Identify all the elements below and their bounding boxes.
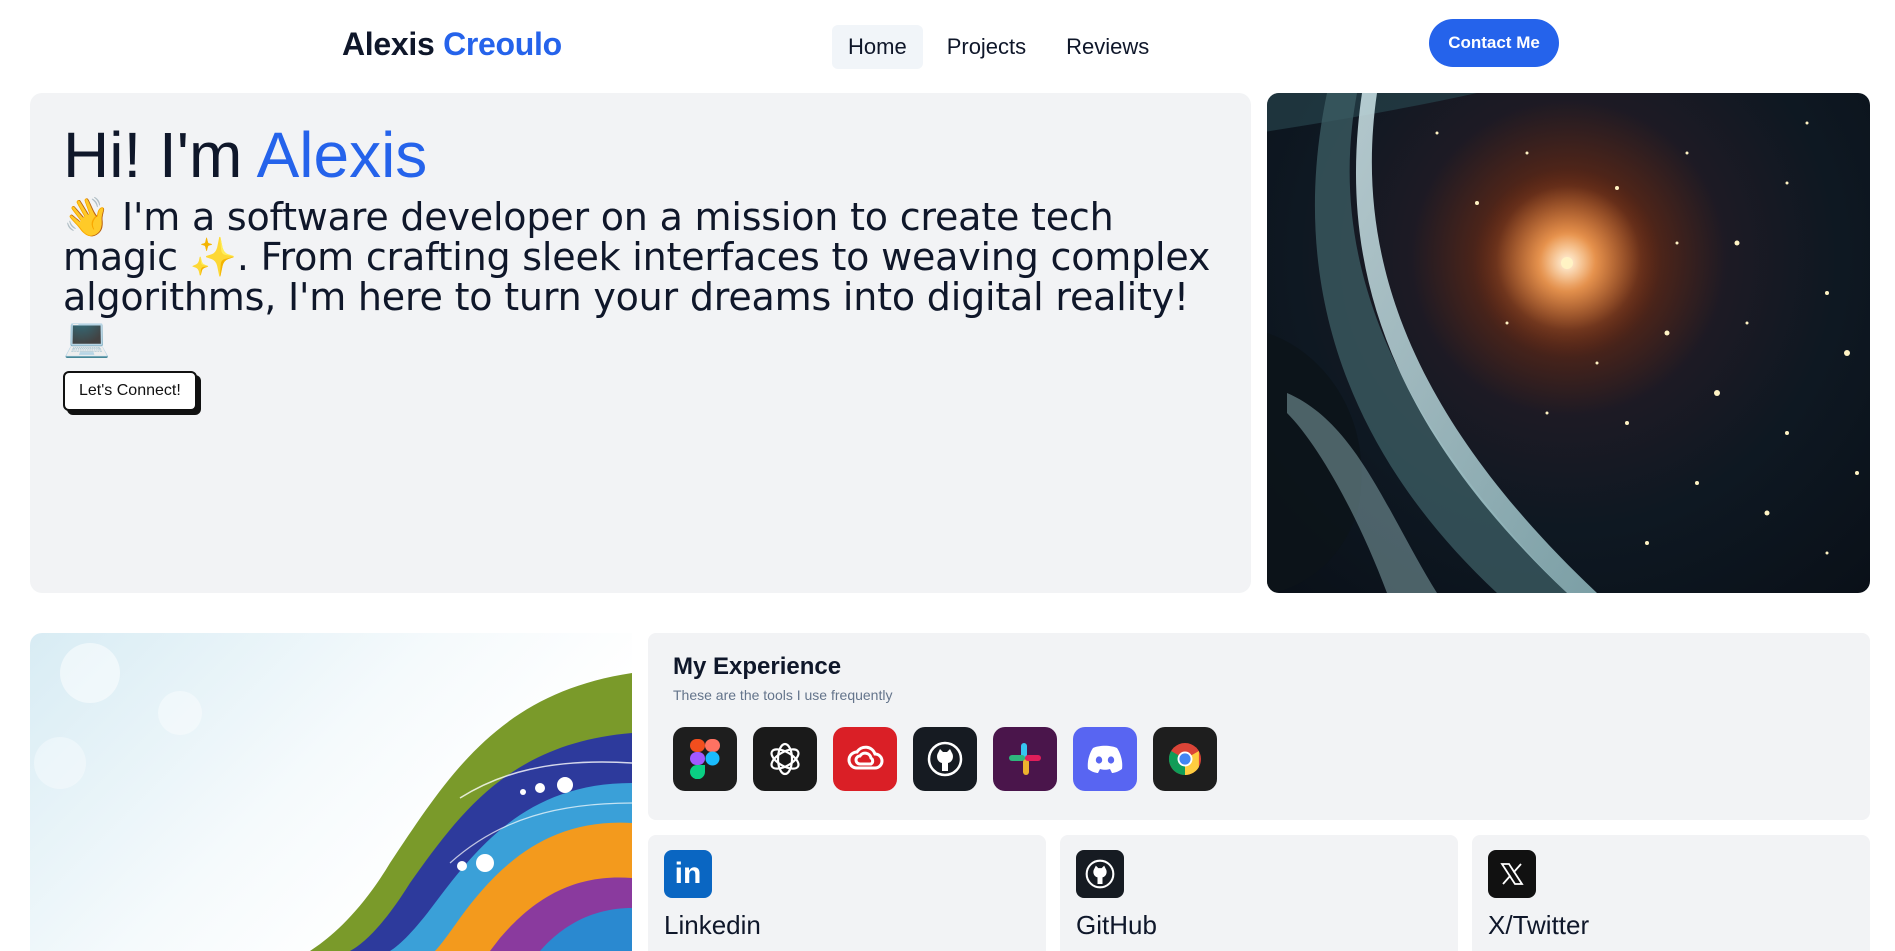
openai-icon[interactable] — [753, 727, 817, 791]
social-label: Linkedin — [664, 910, 761, 940]
hero-title: Hi! I'm Alexis — [63, 119, 1218, 193]
space-image — [1267, 93, 1870, 593]
hero-card: Hi! I'm Alexis 👋 I'm a software develope… — [30, 93, 1251, 593]
slack-icon[interactable] — [993, 727, 1057, 791]
linkedin-icon: in — [664, 850, 712, 898]
experience-subtitle: These are the tools I use frequently — [673, 687, 893, 703]
github-icon[interactable] — [913, 727, 977, 791]
chrome-icon[interactable] — [1153, 727, 1217, 791]
social-card-linkedin[interactable]: in Linkedin — [648, 835, 1046, 951]
nav-projects[interactable]: Projects — [931, 25, 1042, 69]
tools-list — [673, 727, 1845, 791]
brand-first-name: Alexis — [342, 26, 435, 62]
discord-icon[interactable] — [1073, 727, 1137, 791]
contact-me-button[interactable]: Contact Me — [1429, 19, 1559, 67]
abstract-waves-image — [30, 633, 632, 951]
github-icon — [1076, 850, 1124, 898]
lets-connect-button[interactable]: Let's Connect! — [63, 370, 197, 411]
hero-greeting: Hi! I'm — [63, 119, 243, 191]
main-nav: Home Projects Reviews — [832, 25, 1165, 69]
hero-name: Alexis — [256, 119, 428, 191]
experience-card: My Experience These are the tools I use … — [648, 633, 1870, 820]
social-label: X/Twitter — [1488, 910, 1590, 940]
brand-last-name: Creoulo — [443, 26, 562, 62]
site-header: Alexis Creoulo Home Projects Reviews Con… — [0, 0, 1895, 92]
experience-title: My Experience — [673, 653, 842, 680]
figma-icon[interactable] — [673, 727, 737, 791]
social-card-github[interactable]: GitHub — [1060, 835, 1458, 951]
brand-logo[interactable]: Alexis Creoulo — [342, 26, 562, 63]
x-twitter-icon — [1488, 850, 1536, 898]
social-card-x-twitter[interactable]: X/Twitter — [1472, 835, 1870, 951]
creative-cloud-icon[interactable] — [833, 727, 897, 791]
hero-intro: 👋 I'm a software developer on a mission … — [63, 194, 1211, 359]
social-label: GitHub — [1076, 910, 1157, 940]
nav-home[interactable]: Home — [832, 25, 923, 69]
nav-reviews[interactable]: Reviews — [1050, 25, 1165, 69]
